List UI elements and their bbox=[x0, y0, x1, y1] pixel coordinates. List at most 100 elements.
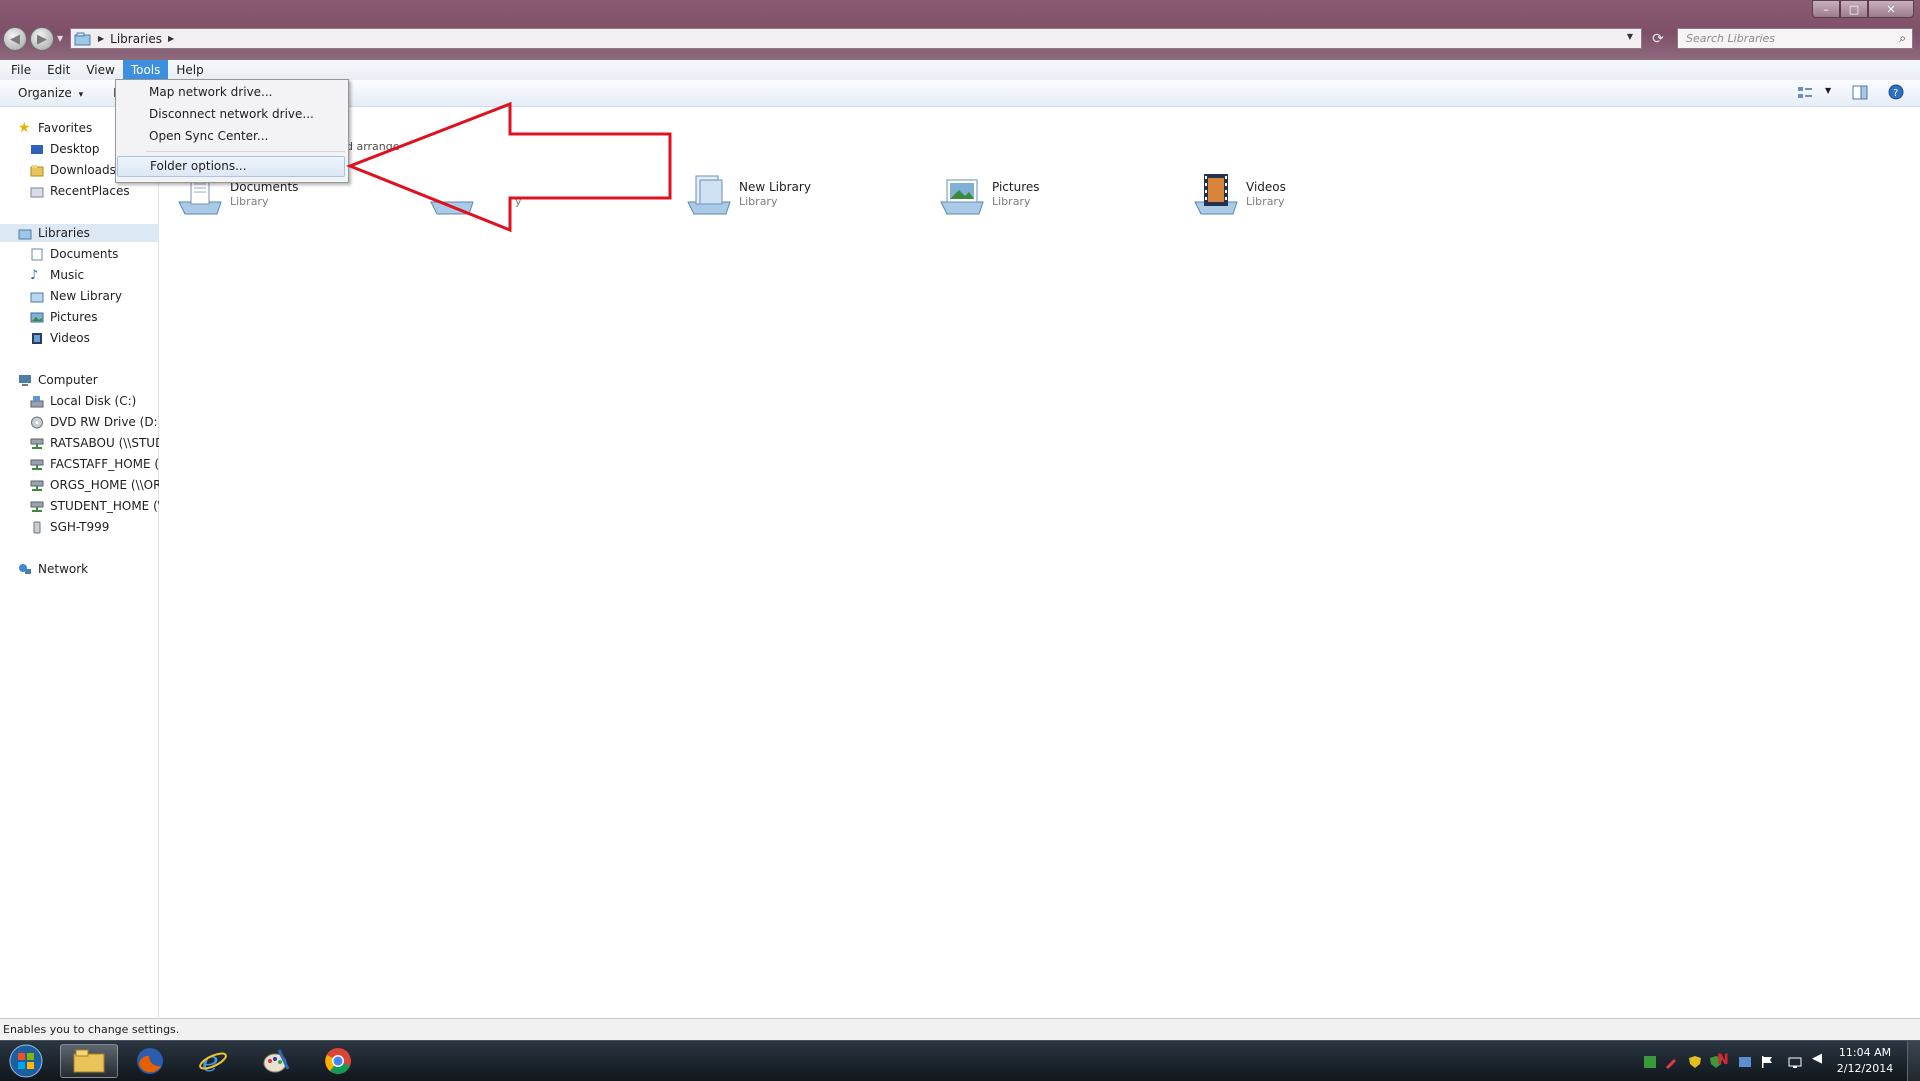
organize-button[interactable]: Organize ▾ bbox=[18, 86, 83, 100]
library-videos[interactable]: Videos Library bbox=[1193, 172, 1413, 220]
view-options-caret-icon[interactable]: ▼ bbox=[1825, 86, 1831, 95]
menu-item-open-sync-center[interactable]: Open Sync Center... bbox=[117, 126, 345, 147]
clock-date: 2/12/2014 bbox=[1836, 1062, 1894, 1075]
maximize-button[interactable]: □ bbox=[1840, 0, 1868, 18]
back-arrow-icon: ◀ bbox=[10, 31, 20, 47]
windows-start-orb-icon bbox=[9, 1044, 43, 1078]
star-icon: ★ bbox=[18, 119, 31, 136]
menu-item-map-network-drive[interactable]: Map network drive... bbox=[117, 82, 345, 103]
nav-item-label: New Library bbox=[50, 289, 122, 303]
menu-item-folder-options[interactable]: Folder options... bbox=[117, 156, 345, 177]
desktop-icon bbox=[31, 144, 43, 154]
start-button[interactable] bbox=[2, 1044, 50, 1078]
help-icon[interactable]: ? bbox=[1888, 84, 1904, 100]
change-view-icon[interactable] bbox=[1797, 86, 1813, 100]
tray-tool-icon[interactable] bbox=[1664, 1055, 1678, 1069]
network-drive-icon bbox=[30, 438, 44, 449]
nav-item-label: ORGS_HOME (\\ORG bbox=[50, 478, 171, 492]
organize-caret-icon: ▾ bbox=[78, 90, 84, 100]
folder-icon bbox=[73, 1049, 105, 1073]
taskbar-internet-explorer[interactable]: e bbox=[185, 1044, 241, 1078]
status-text: Enables you to change settings. bbox=[3, 1023, 180, 1036]
nav-item-label: Music bbox=[50, 268, 85, 282]
menu-item-disconnect-network-drive[interactable]: Disconnect network drive... bbox=[117, 104, 345, 125]
phone-device-icon bbox=[33, 521, 41, 533]
taskbar-firefox[interactable] bbox=[122, 1044, 178, 1078]
nav-item-label: Videos bbox=[50, 331, 90, 345]
dvd-drive-icon bbox=[31, 416, 43, 428]
library-pictures[interactable]: Pictures Library bbox=[939, 172, 1159, 220]
refresh-icon[interactable]: ⟳ bbox=[1647, 29, 1669, 48]
file-list-area[interactable]: nd arrange Documents Library y New Libra… bbox=[159, 107, 1920, 1017]
tray-n-app-icon[interactable]: N bbox=[1717, 1052, 1731, 1068]
breadcrumb-separator-icon[interactable]: ▶ bbox=[98, 34, 104, 43]
menu-help[interactable]: Help bbox=[168, 60, 211, 80]
nav-item-label: RATSABOU (\\STUD bbox=[50, 436, 165, 450]
library-type: Library bbox=[230, 195, 269, 208]
menu-tools[interactable]: Tools bbox=[122, 60, 169, 80]
nav-libraries[interactable]: Libraries bbox=[0, 224, 176, 242]
tools-menu: Map network drive... Disconnect network … bbox=[115, 79, 349, 183]
search-placeholder: Search Libraries bbox=[1686, 32, 1776, 45]
search-input[interactable]: Search Libraries ⌕ bbox=[1677, 28, 1913, 49]
tray-flag-icon[interactable] bbox=[1760, 1055, 1774, 1069]
pictures-icon bbox=[30, 312, 44, 322]
status-bar: Enables you to change settings. bbox=[0, 1018, 1920, 1040]
nav-item-label: Local Disk (C:) bbox=[50, 394, 137, 408]
breadcrumb-chevron-icon[interactable]: ▶ bbox=[168, 34, 174, 43]
show-desktop-button[interactable] bbox=[1907, 1041, 1920, 1081]
close-button[interactable]: ✕ bbox=[1868, 0, 1914, 18]
taskbar-chrome[interactable] bbox=[310, 1044, 366, 1078]
library-name: Pictures bbox=[992, 180, 1040, 194]
menu-edit[interactable]: Edit bbox=[39, 60, 78, 80]
library-icon bbox=[30, 292, 44, 302]
address-bar[interactable]: ▶ Libraries ▶ ▼ bbox=[70, 28, 1642, 49]
library-icon bbox=[687, 175, 731, 215]
nav-item-label: FACSTAFF_HOME (\ bbox=[50, 457, 164, 471]
nav-item-label: RecentPlaces bbox=[50, 184, 130, 198]
libraries-folder-icon bbox=[74, 32, 91, 45]
library-new-library[interactable]: New Library Library bbox=[686, 172, 906, 220]
back-button[interactable]: ◀ bbox=[3, 27, 27, 51]
tray-volume-icon[interactable]: ◀ bbox=[1812, 1051, 1826, 1066]
nav-computer-label: Computer bbox=[38, 373, 98, 387]
hard-drive-icon bbox=[30, 395, 44, 407]
taskbar-clock[interactable]: 11:04 AM 2/12/2014 bbox=[1830, 1045, 1900, 1077]
nav-item-label: Documents bbox=[50, 247, 119, 261]
nav-item-label: Desktop bbox=[50, 142, 100, 156]
menu-bar: File Edit View Tools Help bbox=[0, 60, 1920, 80]
tray-app-icon[interactable] bbox=[1643, 1055, 1657, 1069]
organize-label: Organize bbox=[18, 86, 72, 100]
recent-places-icon bbox=[30, 187, 44, 197]
forward-button[interactable]: ▶ bbox=[30, 27, 54, 51]
clock-time: 11:04 AM bbox=[1838, 1046, 1892, 1059]
recent-pages-chevron-icon[interactable]: ▼ bbox=[57, 34, 63, 43]
nav-item-label: Downloads bbox=[50, 163, 116, 177]
search-icon[interactable]: ⌕ bbox=[1899, 31, 1906, 46]
tray-network-icon[interactable] bbox=[1788, 1055, 1802, 1069]
address-dropdown-icon[interactable]: ▼ bbox=[1627, 32, 1633, 41]
menu-file[interactable]: File bbox=[3, 60, 39, 80]
maximize-icon: □ bbox=[1848, 2, 1860, 16]
libraries-icon bbox=[18, 229, 32, 239]
nav-computer[interactable]: Computer bbox=[0, 371, 176, 389]
menu-view[interactable]: View bbox=[78, 60, 122, 80]
network-icon bbox=[19, 563, 31, 574]
tray-shield-icon[interactable] bbox=[1688, 1055, 1702, 1069]
close-icon: ✕ bbox=[1886, 2, 1896, 16]
computer-icon bbox=[19, 374, 31, 386]
taskbar-paint[interactable] bbox=[248, 1044, 304, 1078]
nav-item-label: STUDENT_HOME (\\ bbox=[50, 499, 166, 513]
breadcrumb-libraries[interactable]: Libraries bbox=[110, 32, 162, 46]
documents-icon bbox=[31, 248, 43, 260]
navigation-pane: ★ Favorites Desktop Downloads RecentPlac… bbox=[0, 107, 176, 1017]
nav-item-label: DVD RW Drive (D:) bbox=[50, 415, 163, 429]
firefox-icon bbox=[137, 1048, 163, 1074]
tray-bluetooth-icon[interactable] bbox=[1738, 1055, 1752, 1069]
nav-network[interactable]: Network bbox=[0, 560, 176, 578]
minimize-button[interactable]: – bbox=[1812, 0, 1840, 18]
nav-favorites-label: Favorites bbox=[38, 121, 93, 135]
svg-text:?: ? bbox=[1893, 88, 1898, 99]
preview-pane-icon[interactable] bbox=[1852, 85, 1868, 100]
taskbar-windows-explorer[interactable] bbox=[60, 1044, 118, 1078]
